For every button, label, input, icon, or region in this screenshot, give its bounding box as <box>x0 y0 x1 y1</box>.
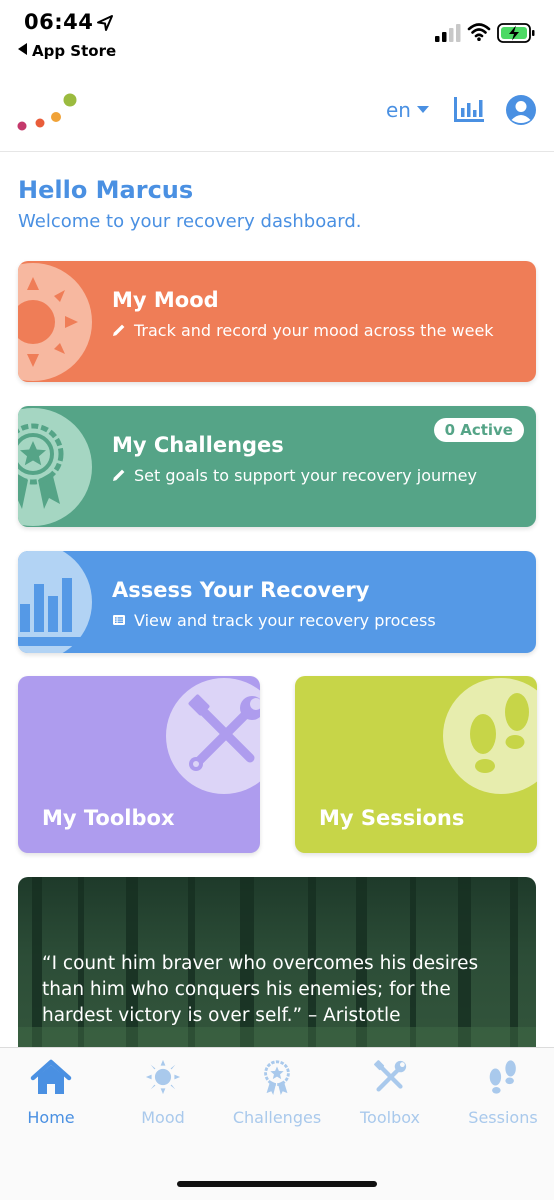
app-header: en <box>0 70 554 152</box>
tab-mood[interactable]: Mood <box>108 1058 218 1148</box>
status-bar: 06:44 App Store <box>0 0 554 70</box>
my-toolbox-title: My Toolbox <box>42 806 175 830</box>
award-ribbon-icon <box>264 1060 290 1096</box>
wifi-icon <box>467 23 491 41</box>
assess-recovery-description: View and track your recovery process <box>134 611 436 630</box>
mood-blob <box>18 263 92 381</box>
my-challenges-title: My Challenges <box>112 433 284 457</box>
tab-sessions[interactable]: Sessions <box>448 1058 554 1148</box>
greeting-title: Hello Marcus <box>18 176 194 204</box>
tab-mood-label: Mood <box>141 1108 185 1127</box>
stats-chart-icon[interactable] <box>453 97 485 123</box>
my-challenges-description: Set goals to support your recovery journ… <box>134 466 477 485</box>
sun-icon <box>145 1059 181 1095</box>
list-icon <box>113 615 125 625</box>
language-selector[interactable]: en <box>386 98 429 122</box>
award-ribbon-icon <box>18 423 64 509</box>
tab-challenges-label: Challenges <box>232 1108 322 1127</box>
my-sessions-title: My Sessions <box>319 806 465 830</box>
assess-recovery-title: Assess Your Recovery <box>112 578 370 602</box>
my-mood-card[interactable]: My Mood Track and record your mood acros… <box>18 261 536 382</box>
tab-toolbox-label: Toolbox <box>360 1108 420 1127</box>
cellular-signal-icon <box>435 24 461 42</box>
home-indicator[interactable] <box>177 1181 377 1187</box>
bottom-tab-bar: Home Mood Challenges Toolbox Sessions <box>0 1047 554 1200</box>
my-mood-description: Track and record your mood across the we… <box>134 321 494 340</box>
assess-recovery-card[interactable]: Assess Your Recovery View and track your… <box>18 551 536 653</box>
app-logo-dots-icon[interactable] <box>16 92 80 132</box>
sessions-blob <box>443 678 537 794</box>
my-challenges-card[interactable]: My Challenges Set goals to support your … <box>18 406 536 527</box>
tools-icon <box>188 694 260 771</box>
my-toolbox-card[interactable]: My Toolbox <box>18 676 260 853</box>
status-time: 06:44 <box>24 10 94 34</box>
back-triangle-icon <box>18 43 27 55</box>
tab-home-label: Home <box>27 1108 75 1127</box>
language-label: en <box>386 98 411 122</box>
tab-sessions-label: Sessions <box>468 1108 538 1127</box>
my-challenges-description-row: Set goals to support your recovery journ… <box>112 465 512 486</box>
caret-down-icon <box>416 106 429 113</box>
bar-chart-icon <box>18 578 90 646</box>
quote-text: “I count him braver who overcomes his de… <box>42 953 479 1026</box>
tab-home[interactable]: Home <box>0 1058 106 1148</box>
pencil-icon <box>113 324 125 336</box>
tab-challenges[interactable]: Challenges <box>222 1058 332 1148</box>
footprints-icon <box>489 1060 516 1094</box>
back-app-label: App Store <box>32 42 117 60</box>
pencil-icon <box>113 469 125 481</box>
sun-icon <box>18 277 78 367</box>
my-mood-description-row: Track and record your mood across the we… <box>112 320 512 341</box>
footprints-icon <box>470 693 529 773</box>
active-challenges-badge: 0 Active <box>433 418 524 442</box>
tools-icon <box>374 1060 407 1092</box>
assess-blob <box>18 551 92 653</box>
location-arrow-icon <box>97 15 113 31</box>
greeting-subtitle: Welcome to your recovery dashboard. <box>18 211 362 232</box>
my-sessions-card[interactable]: My Sessions <box>295 676 537 853</box>
assess-recovery-description-row: View and track your recovery process <box>112 610 512 631</box>
toolbox-blob <box>166 678 260 794</box>
my-mood-title: My Mood <box>112 288 219 312</box>
tab-toolbox[interactable]: Toolbox <box>335 1058 445 1148</box>
battery-charging-icon <box>497 23 535 43</box>
back-to-app-store[interactable]: App Store <box>18 42 116 60</box>
home-icon <box>30 1059 72 1094</box>
user-profile-icon[interactable] <box>505 94 537 126</box>
challenges-blob <box>18 408 92 526</box>
